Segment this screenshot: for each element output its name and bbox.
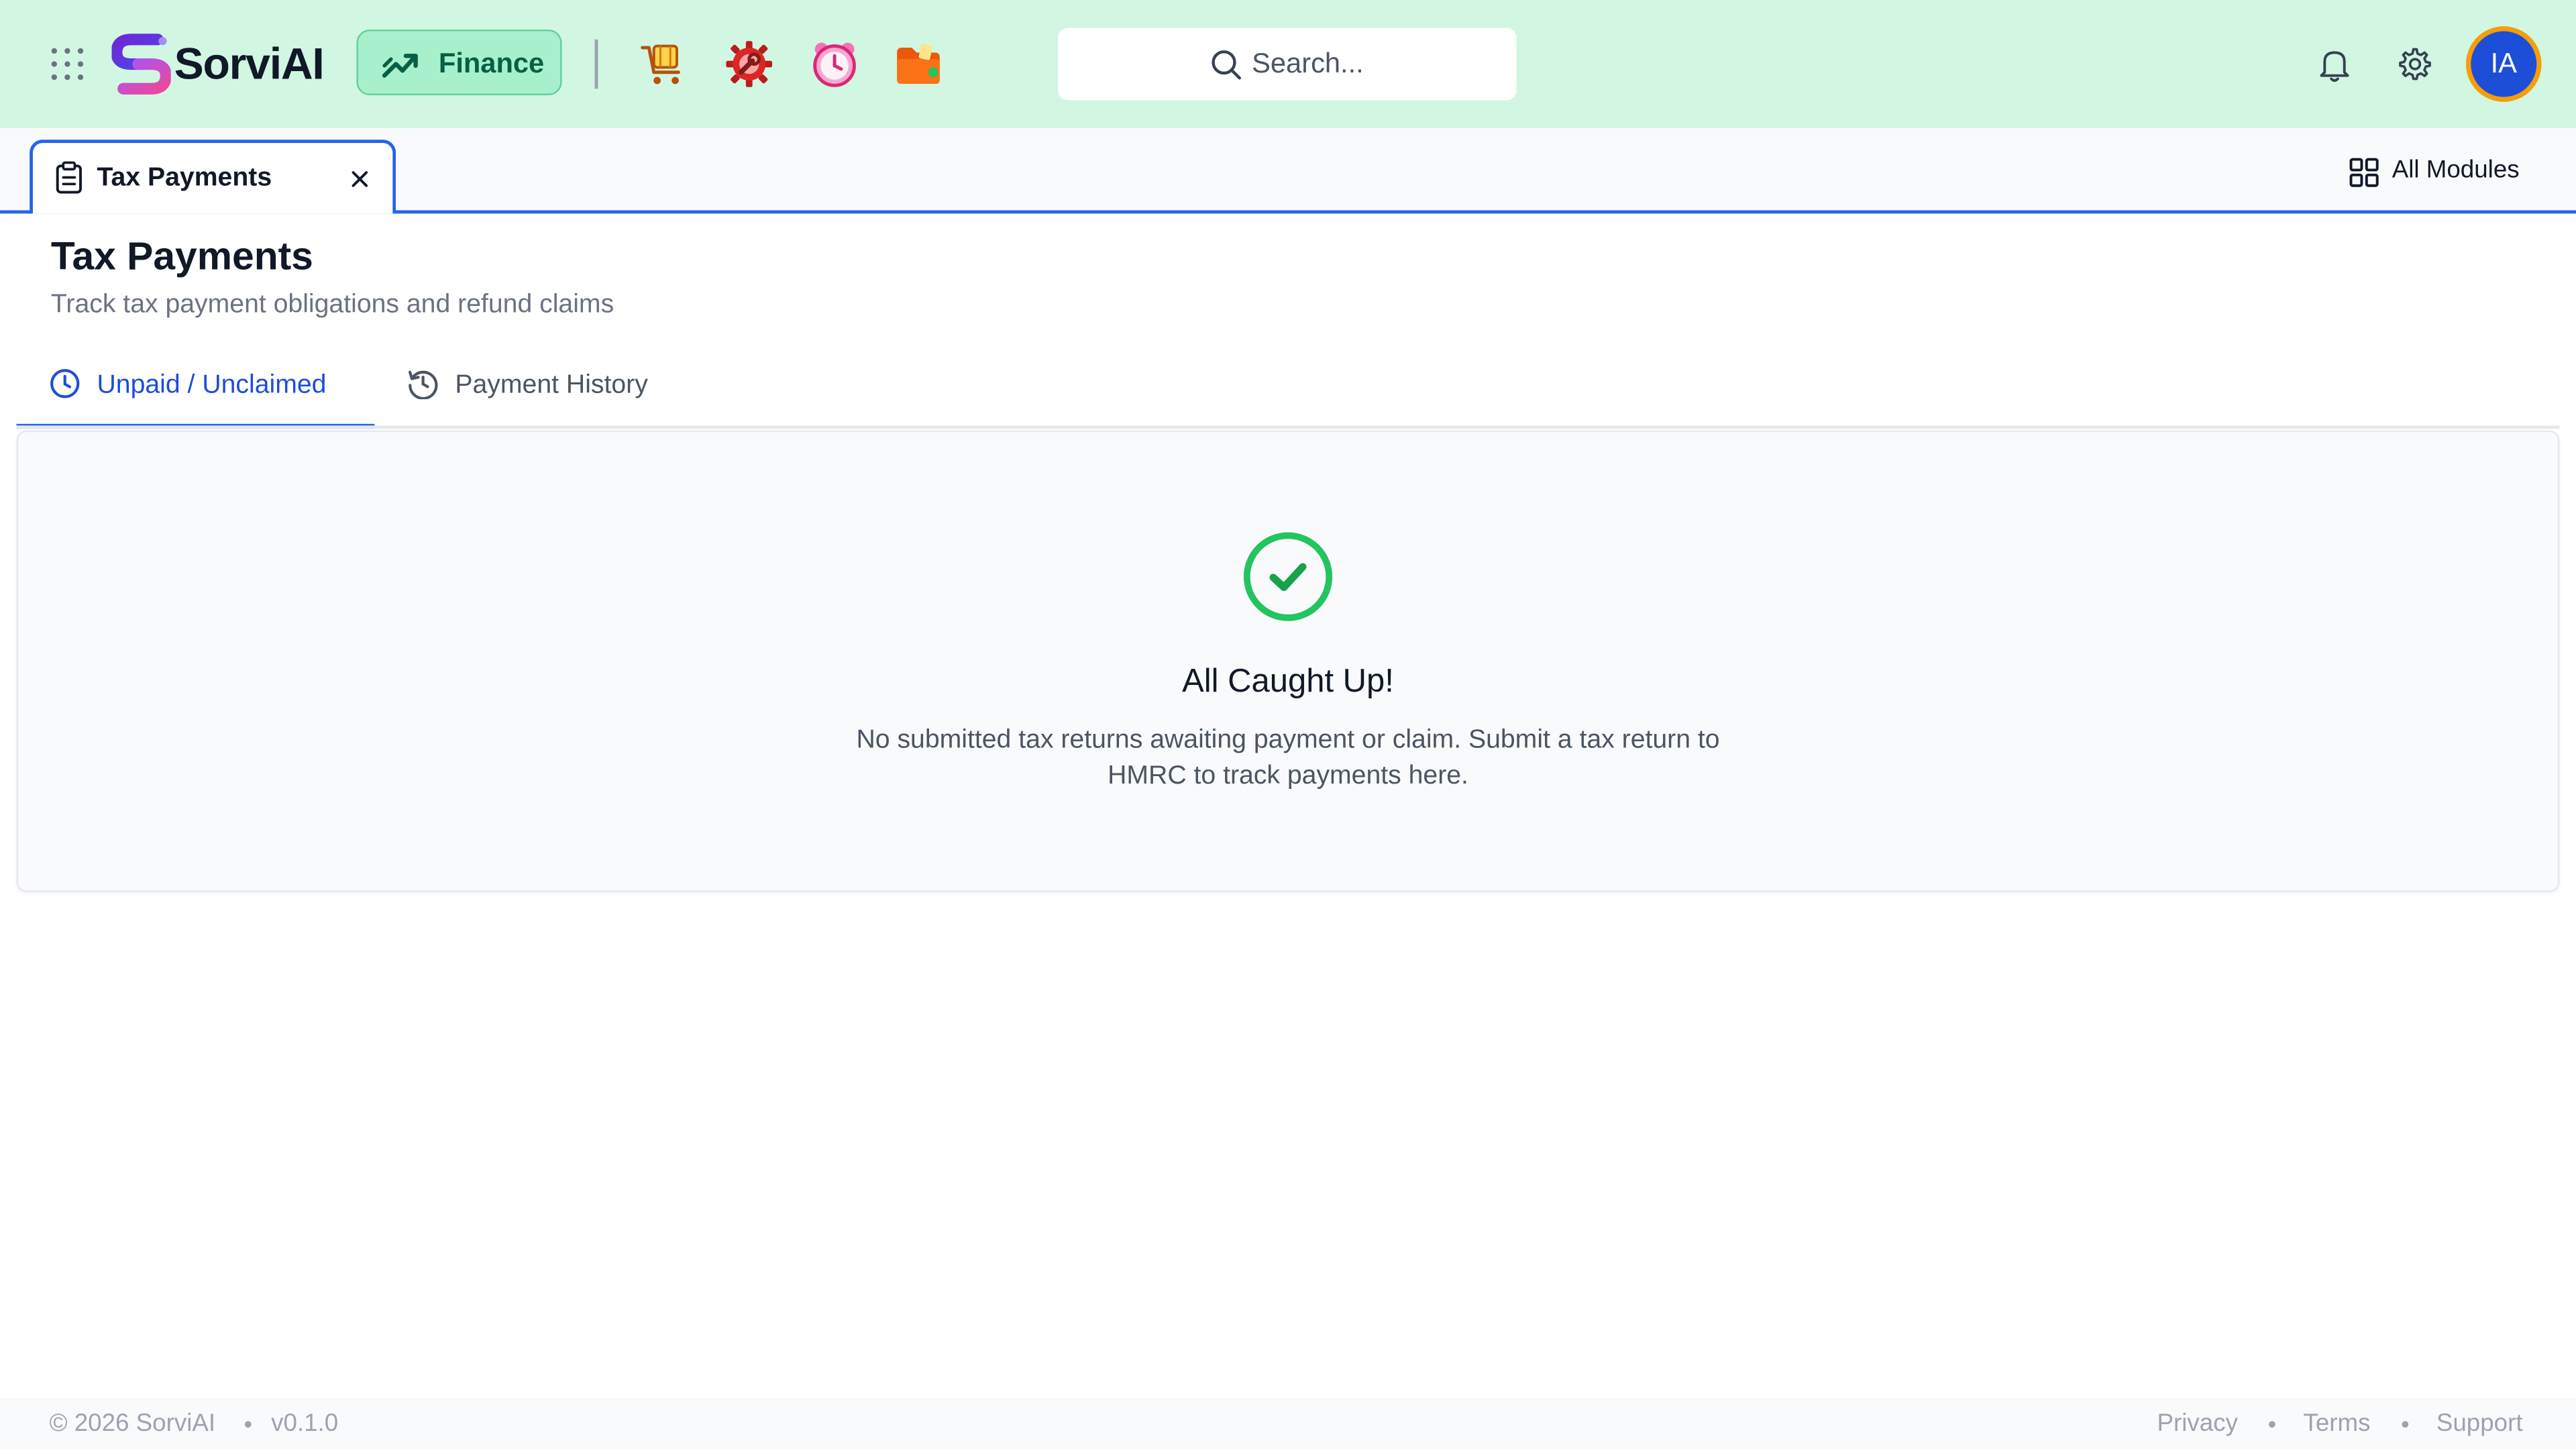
top-header: SorviAI Finance Search... IA — [0, 0, 2576, 129]
empty-state-title: All Caught Up! — [1182, 663, 1394, 700]
terms-link[interactable]: Terms — [2303, 1409, 2370, 1439]
search-input[interactable] — [1252, 44, 1499, 84]
footer-separator — [244, 1421, 252, 1428]
clipboard-icon — [56, 161, 82, 202]
copyright-text: © 2026 SorviAI — [49, 1409, 216, 1438]
bell-icon[interactable] — [2316, 46, 2353, 83]
trending-up-icon — [381, 48, 421, 89]
tab-payment-history[interactable]: Payment History — [374, 348, 686, 427]
empty-state-description: No submitted tax returns awaiting paymen… — [856, 726, 1720, 790]
page-title: Tax Payments — [50, 235, 313, 280]
search-icon — [1211, 49, 1242, 89]
version-text: v0.1.0 — [271, 1409, 339, 1438]
all-modules-button[interactable]: All Modules — [2349, 154, 2546, 191]
open-tabs-bar: Tax Payments All Modules — [0, 128, 2576, 214]
brand-logo-icon[interactable] — [111, 33, 172, 95]
app-root: SorviAI Finance Search... IA Tax Payment… — [0, 0, 2576, 1449]
privacy-link[interactable]: Privacy — [2157, 1409, 2238, 1439]
page-subtitle: Track tax payment obligations and refund… — [50, 290, 614, 319]
history-icon — [407, 368, 439, 408]
all-modules-label: All Modules — [2392, 156, 2520, 184]
brand-name: SorviAI — [174, 39, 325, 89]
open-tab-tax-payments[interactable]: Tax Payments — [30, 140, 396, 214]
alarm-clock-icon[interactable] — [810, 40, 859, 89]
tabs-divider — [16, 425, 2560, 429]
close-icon[interactable] — [345, 164, 374, 194]
shopping-cart-icon[interactable] — [639, 40, 688, 89]
avatar-initials: IA — [2471, 31, 2537, 97]
footer-separator — [2402, 1421, 2409, 1428]
gear-icon[interactable] — [2397, 46, 2433, 83]
tab-label: Payment History — [455, 371, 648, 400]
app-launcher-icon[interactable] — [49, 46, 85, 83]
tab-unpaid-unclaimed[interactable]: Unpaid / Unclaimed — [16, 348, 375, 429]
gear-wrench-icon[interactable] — [724, 40, 773, 89]
footer-separator — [2269, 1421, 2275, 1428]
tab-label: Unpaid / Unclaimed — [97, 371, 327, 400]
page-footer: © 2026 SorviAI v0.1.0 Privacy Terms Supp… — [0, 1398, 2576, 1449]
global-search[interactable] — [1058, 28, 1517, 101]
finance-module-button[interactable]: Finance — [356, 30, 562, 96]
header-divider — [594, 39, 598, 89]
grid-icon — [2349, 158, 2379, 195]
check-circle-icon — [1242, 531, 1334, 631]
support-link[interactable]: Support — [2436, 1409, 2523, 1439]
clock-icon — [49, 368, 80, 408]
folder-icon[interactable] — [894, 40, 943, 89]
open-tab-label: Tax Payments — [97, 164, 272, 193]
empty-state-card: All Caught Up! No submitted tax returns … — [16, 430, 2560, 892]
user-avatar[interactable]: IA — [2465, 26, 2542, 102]
module-label: Finance — [438, 48, 545, 79]
